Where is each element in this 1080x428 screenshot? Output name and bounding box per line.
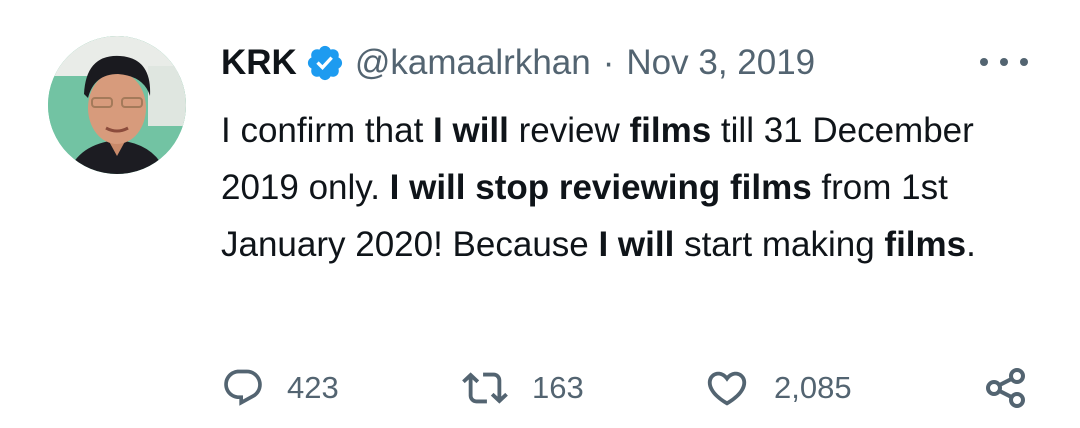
like-button[interactable]: 2,085 — [704, 360, 852, 416]
like-count: 2,085 — [774, 370, 852, 405]
tweet-card[interactable]: KRK @kamaalrkhan · Nov 3, 2019 I confirm… — [0, 0, 1080, 428]
text-segment-bold: films — [884, 225, 967, 264]
more-options-icon[interactable] — [980, 50, 1028, 74]
reply-icon — [224, 369, 262, 406]
text-segment-bold: I will — [433, 111, 509, 150]
heart-icon — [707, 371, 747, 406]
tweet-header: KRK @kamaalrkhan · Nov 3, 2019 — [221, 40, 815, 86]
text-segment: . — [966, 225, 976, 264]
dot — [1020, 58, 1028, 66]
text-segment: I confirm that — [221, 111, 434, 150]
text-segment-bold: I will — [598, 225, 675, 264]
verified-badge-icon — [305, 43, 345, 83]
dot — [1000, 58, 1008, 66]
reply-button[interactable]: 423 — [221, 360, 339, 416]
retweet-count: 163 — [532, 370, 584, 405]
share-icon — [986, 368, 1025, 408]
tweet-actions: 423 163 2,085 — [0, 360, 1080, 416]
text-segment: review — [508, 111, 630, 150]
reply-count: 423 — [287, 370, 339, 405]
dot — [980, 58, 988, 66]
tweet-date[interactable]: Nov 3, 2019 — [626, 43, 815, 83]
user-handle[interactable]: @kamaalrkhan — [355, 43, 591, 83]
display-name[interactable]: KRK — [221, 43, 297, 83]
meta-separator: · — [602, 43, 615, 82]
tweet-text: I confirm that I will review films till … — [221, 102, 1041, 273]
avatar[interactable] — [48, 36, 186, 174]
text-segment-bold: I will stop reviewing films — [389, 168, 812, 207]
text-segment-bold: films — [629, 111, 712, 150]
retweet-button[interactable]: 163 — [462, 360, 584, 416]
avatar-image — [48, 36, 186, 174]
share-button[interactable] — [982, 360, 1030, 416]
text-segment: start making — [674, 225, 885, 264]
retweet-icon — [462, 372, 508, 404]
